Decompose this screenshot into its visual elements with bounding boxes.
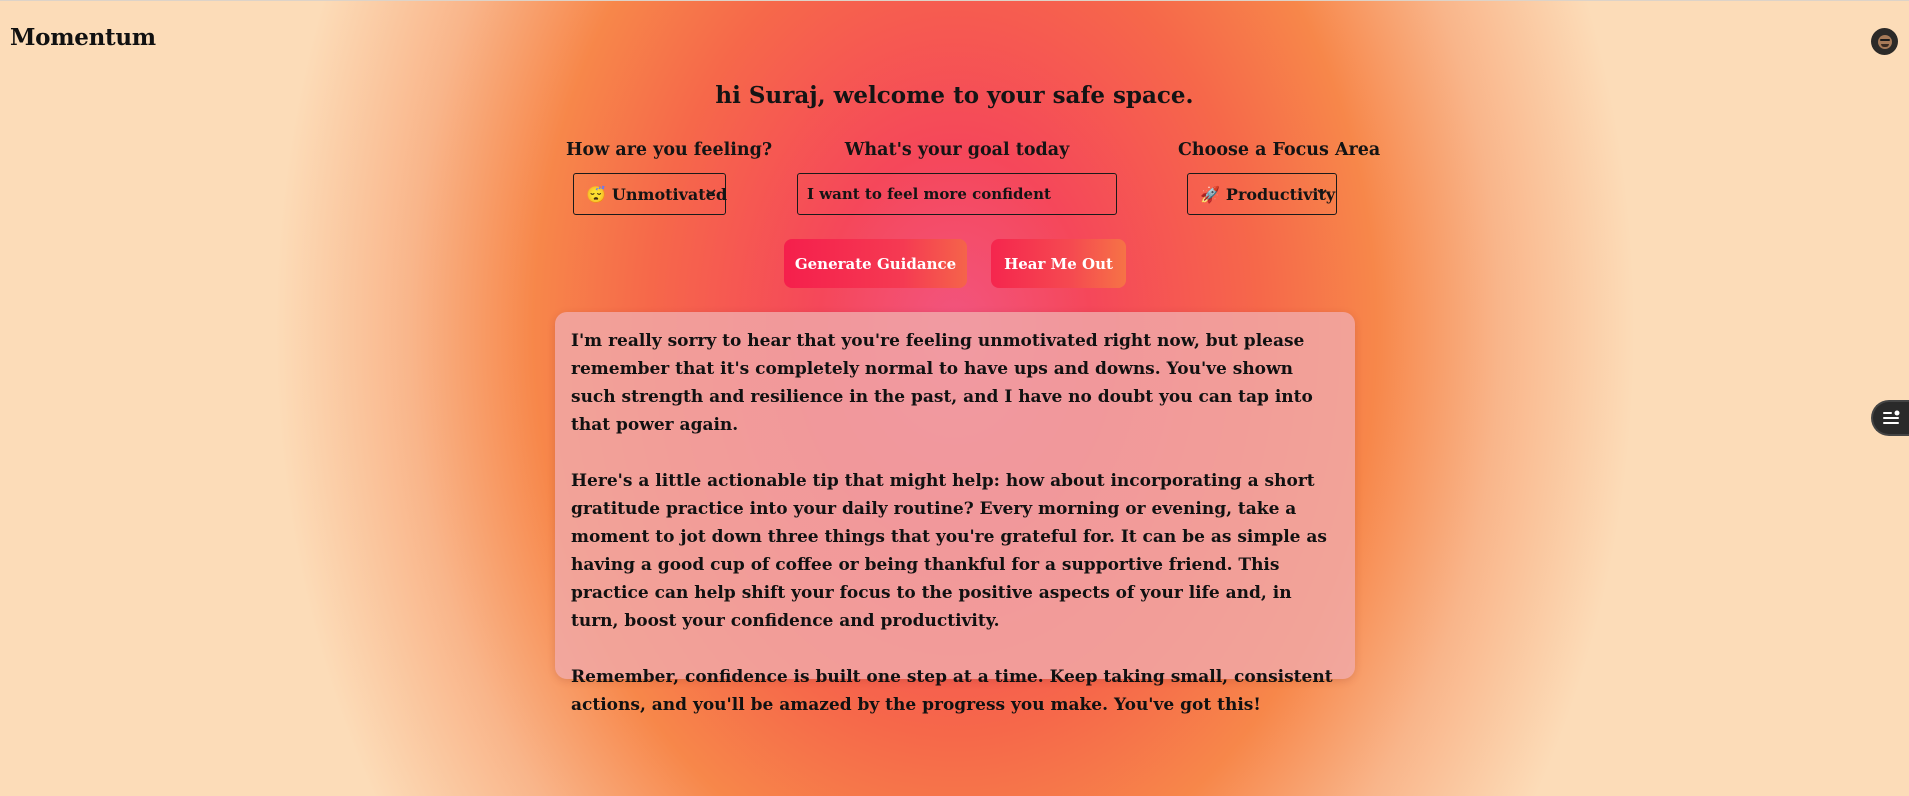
side-panel-toggle[interactable] [1871,400,1909,436]
goal-input[interactable] [797,173,1117,215]
mood-label: How are you feeling? [566,140,773,160]
focus-area-select[interactable]: 🚀 Productivity [1187,173,1337,215]
avatar-face-icon [1877,34,1892,49]
response-paragraph: Here's a little actionable tip that migh… [571,471,1328,631]
guidance-response-card: I'm really sorry to hear that you're fee… [555,312,1355,715]
top-border [0,0,1909,1]
app-logo[interactable]: Momentum [10,24,156,51]
focus-label: Choose a Focus Area [1178,140,1381,160]
menu-lines-icon [1883,410,1900,424]
generate-guidance-button[interactable]: Generate Guidance [784,239,967,288]
mood-select[interactable]: 😴 Unmotivated [573,173,727,215]
page-greeting: hi Suraj, welcome to your safe space. [715,82,1194,109]
goal-label: What's your goal today [844,140,1070,160]
user-avatar[interactable] [1871,28,1898,55]
response-paragraph: Remember, confidence is built one step a… [571,667,1333,715]
response-paragraph: I'm really sorry to hear that you're fee… [571,331,1313,435]
rocket-icon: 🚀 [1200,184,1220,204]
chevron-down-icon [1317,189,1327,196]
chevron-down-icon [706,189,716,196]
hear-me-out-button[interactable]: Hear Me Out [991,239,1126,288]
sleepy-face-icon: 😴 [586,184,606,204]
